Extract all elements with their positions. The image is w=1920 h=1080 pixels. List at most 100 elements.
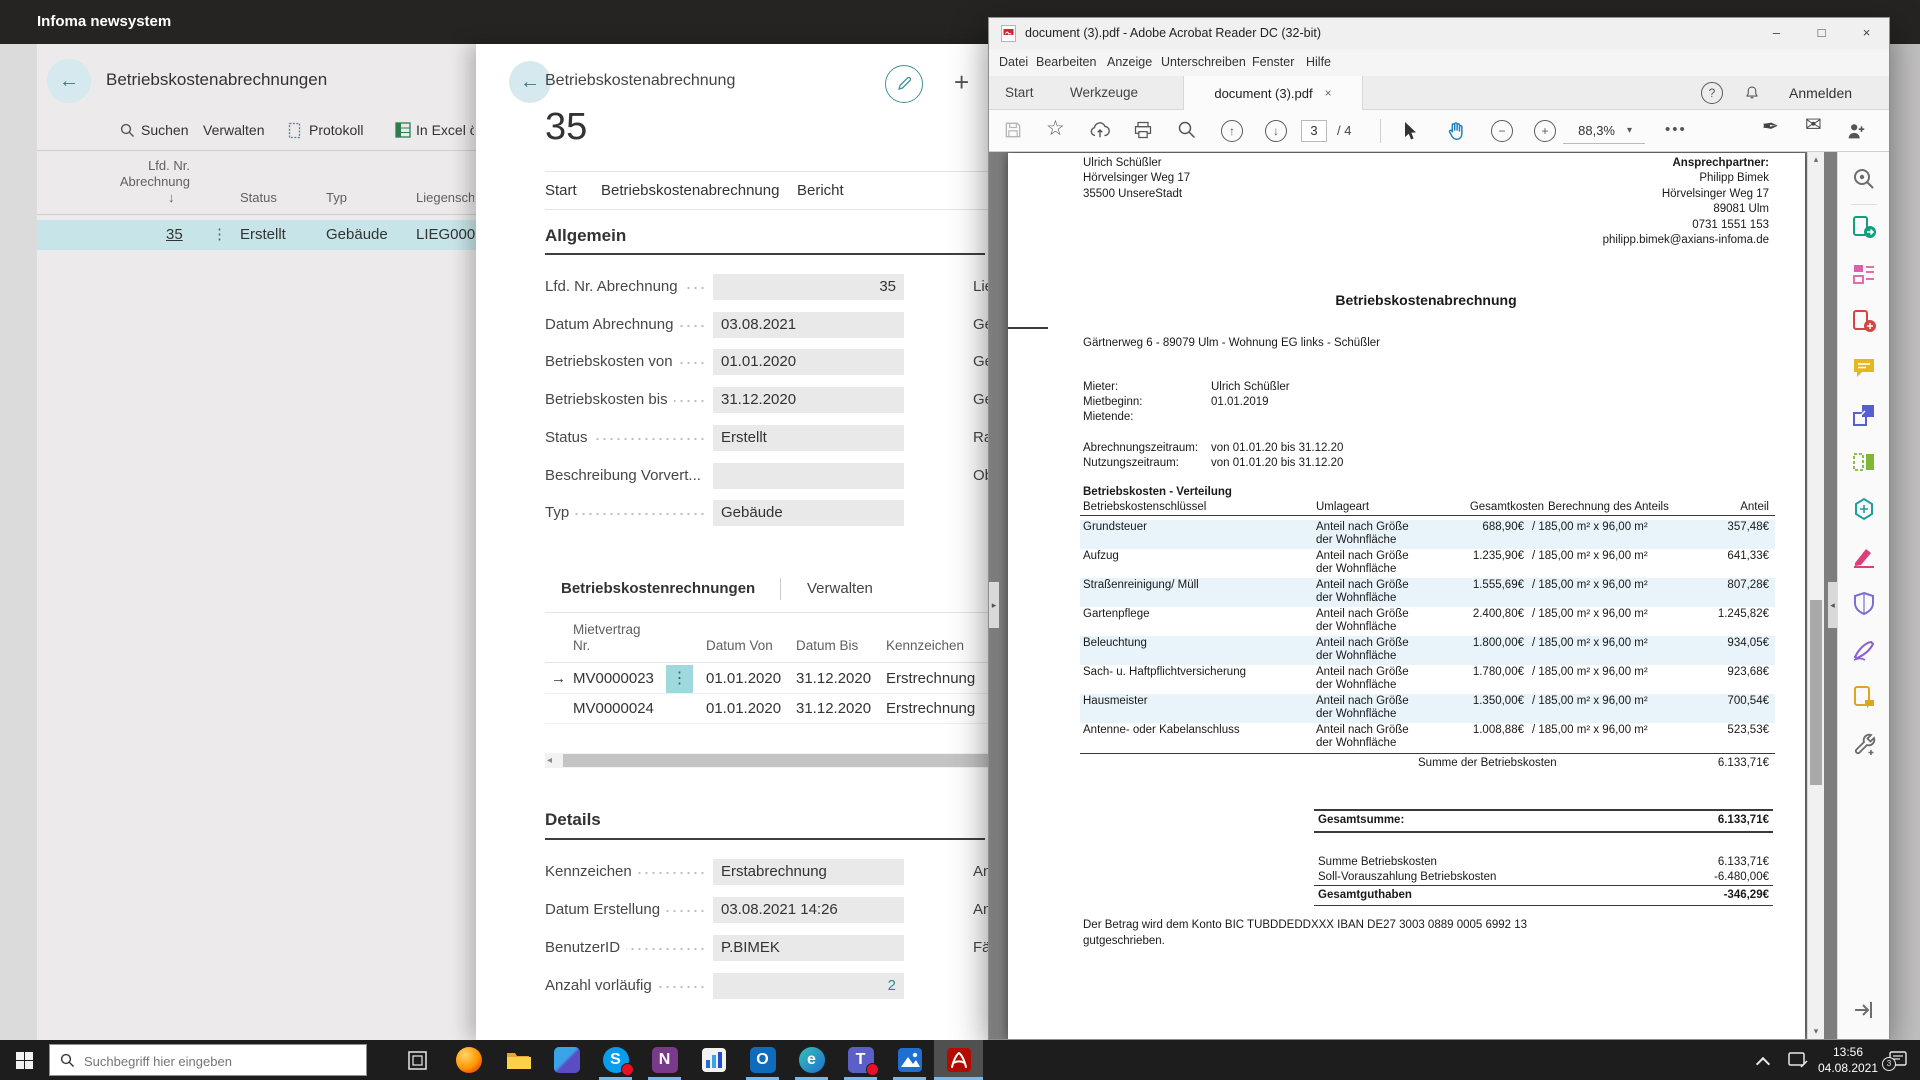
save-icon[interactable] <box>1003 120 1023 140</box>
subtable-col-mietvertrag[interactable]: MietvertragNr. <box>573 622 641 654</box>
taskbar-explorer[interactable] <box>493 1040 542 1080</box>
taskbar-firefox[interactable] <box>444 1040 493 1080</box>
subtable-col-von[interactable]: Datum Von <box>706 638 773 653</box>
zoom-in-icon[interactable]: + <box>1534 120 1556 142</box>
fill-sign-icon[interactable]: ✒ <box>1762 114 1779 139</box>
table-row[interactable]: → MV0000023 ⋮ 01.01.2020 31.12.2020 Erst… <box>545 664 988 694</box>
beschreibung-input[interactable] <box>713 463 904 489</box>
protect-shield-icon[interactable] <box>1851 590 1877 616</box>
zoom-out-icon[interactable]: − <box>1491 120 1513 142</box>
datum-abrechnung-input[interactable]: 03.08.2021 <box>713 312 904 338</box>
vertical-scrollbar[interactable]: ▴ ▾ <box>1807 152 1824 1039</box>
search-document-icon[interactable] <box>1851 166 1877 192</box>
select-tool-icon[interactable] <box>1399 120 1419 142</box>
scroll-down-icon[interactable]: ▾ <box>1808 1026 1824 1037</box>
column-header-status[interactable]: Status <box>240 190 277 205</box>
export-pdf-icon[interactable] <box>1851 214 1877 240</box>
column-header-typ[interactable]: Typ <box>326 190 347 205</box>
tab-bericht[interactable]: Bericht <box>797 182 844 199</box>
collapse-tools-pane-icon[interactable]: ◂ <box>1828 582 1837 628</box>
find-icon[interactable] <box>1177 120 1197 140</box>
tray-expand-icon[interactable] <box>1758 1056 1768 1074</box>
column-header-lfd-nr[interactable]: Lfd. Nr. Abrechnung <box>96 158 190 190</box>
taskbar-outlook[interactable]: O <box>738 1040 787 1080</box>
search-input[interactable] <box>82 1045 356 1077</box>
menu-unterschreiben[interactable]: Unterschreiben <box>1161 49 1246 76</box>
menu-anzeige[interactable]: Anzeige <box>1107 49 1152 76</box>
sign-in-link[interactable]: Anmelden <box>1789 76 1869 110</box>
lfd-nr-input[interactable]: 35 <box>713 274 904 300</box>
hand-tool-icon[interactable] <box>1445 120 1467 142</box>
datum-erstellung-input[interactable]: 03.08.2021 14:26 <box>713 897 904 923</box>
back-button[interactable]: ← <box>47 59 91 103</box>
open-output-panel-icon[interactable] <box>1851 997 1877 1023</box>
mietvertrag-link[interactable]: MV0000023 <box>573 664 654 694</box>
taskbar-edge[interactable]: e <box>787 1040 836 1080</box>
combine-files-icon[interactable] <box>1851 402 1877 428</box>
page-number-input[interactable]: 3 <box>1301 120 1327 142</box>
close-button[interactable]: × <box>1844 18 1889 48</box>
betriebskosten-von-input[interactable]: 01.01.2020 <box>713 349 904 375</box>
subtable-verwalten[interactable]: Verwalten <box>807 580 873 597</box>
task-view-button[interactable] <box>393 1040 442 1080</box>
tab-document[interactable]: document (3).pdf × <box>1183 76 1363 110</box>
column-header-liegenschaft[interactable]: Liegenschaf <box>416 190 474 205</box>
scroll-left-icon[interactable]: ◂ <box>547 753 552 768</box>
new-record-button[interactable]: + <box>954 67 969 98</box>
help-icon[interactable]: ? <box>1701 82 1723 104</box>
tablet-pen-icon[interactable] <box>1788 1051 1808 1069</box>
menu-hilfe[interactable]: Hilfe <box>1306 49 1331 76</box>
more-tools-icon[interactable]: ••• <box>1665 110 1687 150</box>
record-link[interactable]: 35 <box>166 220 183 250</box>
highlight-pen-icon[interactable] <box>1851 543 1877 569</box>
section-allgemein[interactable]: Allgemein <box>545 226 626 246</box>
minimize-button[interactable]: – <box>1754 18 1799 48</box>
zoom-level[interactable]: 88,3% <box>1567 110 1615 152</box>
close-tab-icon[interactable]: × <box>1325 86 1332 100</box>
table-row[interactable]: MV0000024 01.01.2020 31.12.2020 Erstrech… <box>545 694 988 724</box>
menu-bearbeiten[interactable]: Bearbeiten <box>1036 49 1096 76</box>
section-details[interactable]: Details <box>545 810 601 830</box>
create-pdf-icon[interactable] <box>1851 308 1877 334</box>
cloud-upload-icon[interactable] <box>1089 120 1111 140</box>
benutzerid-input[interactable]: P.BIMEK <box>713 935 904 961</box>
organize-pages-icon[interactable] <box>1851 449 1877 475</box>
row-menu-icon[interactable]: ⋮ <box>212 220 227 250</box>
edit-button[interactable] <box>885 65 923 103</box>
toolbar-excel[interactable]: In Excel ö <box>416 122 474 138</box>
acrobat-titlebar[interactable]: document (3).pdf - Adobe Acrobat Reader … <box>989 18 1889 49</box>
taskbar-photos[interactable] <box>885 1040 934 1080</box>
previous-page-icon[interactable]: ↑ <box>1221 120 1243 142</box>
subtable-col-kennzeichen[interactable]: Kennzeichen <box>886 638 964 653</box>
menu-fenster[interactable]: Fenster <box>1252 49 1294 76</box>
taskbar-teams[interactable]: T <box>836 1040 885 1080</box>
taskbar-chart-app[interactable] <box>689 1040 738 1080</box>
request-signature-icon[interactable] <box>1851 684 1877 710</box>
action-center-button[interactable]: 3 <box>1888 1050 1908 1075</box>
scroll-up-icon[interactable]: ▴ <box>1808 154 1824 165</box>
edit-pdf-icon[interactable] <box>1851 261 1877 287</box>
send-email-icon[interactable]: ✉ <box>1805 112 1822 137</box>
tab-start[interactable]: Start <box>1005 76 1034 110</box>
toolbar-verwalten[interactable]: Verwalten <box>203 122 264 138</box>
mietvertrag-link[interactable]: MV0000024 <box>573 694 654 724</box>
star-icon[interactable]: ☆ <box>1046 116 1065 141</box>
maximize-button[interactable]: □ <box>1799 18 1844 48</box>
show-nav-pane-icon[interactable]: ▸ <box>989 582 999 628</box>
betriebskosten-bis-input[interactable]: 31.12.2020 <box>713 387 904 413</box>
subtable-tab[interactable]: Betriebskostenrechnungen <box>561 580 755 597</box>
taskbar-acrobat-active[interactable] <box>934 1040 983 1080</box>
scrollbar-thumb[interactable] <box>1810 600 1822 785</box>
table-row[interactable]: 35 ⋮ Erstellt Gebäude LIEG0003 <box>37 220 476 250</box>
tab-start[interactable]: Start <box>545 182 577 199</box>
scrollbar-thumb[interactable] <box>563 754 988 767</box>
subtable-col-bis[interactable]: Datum Bis <box>796 638 858 653</box>
certificate-pen-icon[interactable] <box>1851 637 1877 663</box>
comment-icon[interactable] <box>1851 355 1877 381</box>
toolbar-protokoll[interactable]: Protokoll <box>309 122 363 138</box>
row-menu-icon[interactable]: ⋮ <box>666 665 693 693</box>
start-button[interactable] <box>0 1040 49 1080</box>
taskbar-skype[interactable]: S <box>591 1040 640 1080</box>
taskbar-search[interactable] <box>49 1044 367 1076</box>
share-person-icon[interactable] <box>1845 120 1867 142</box>
